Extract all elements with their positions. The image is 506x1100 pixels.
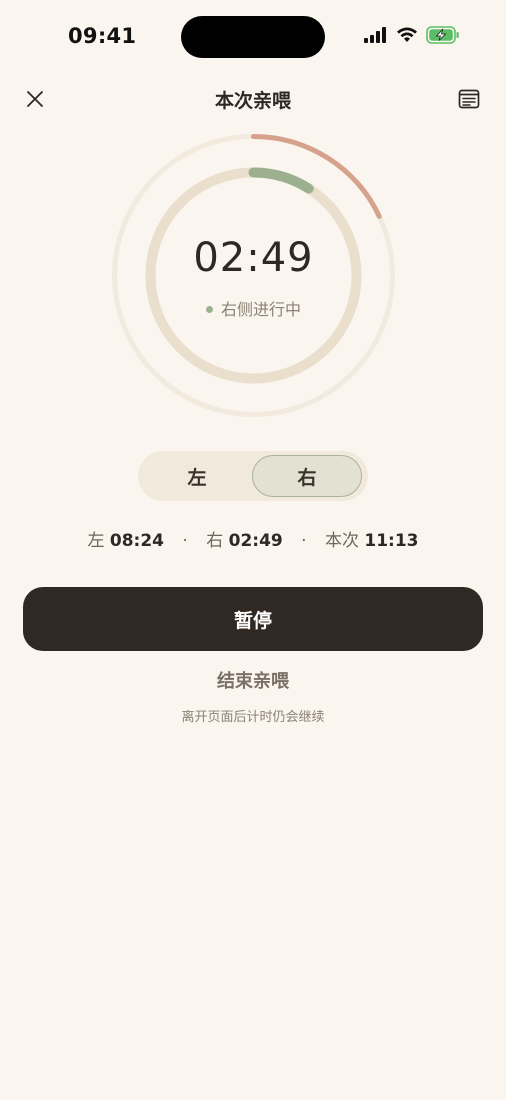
active-dot-icon <box>205 305 213 313</box>
end-feeding-button[interactable]: 结束亲喂 <box>217 671 289 692</box>
feeding-status: 右侧进行中 <box>111 296 396 320</box>
header: 本次亲喂 <box>0 74 506 122</box>
elapsed-time: 02:49 <box>193 235 314 281</box>
right-total-value: 02:49 <box>228 531 283 551</box>
status-icons <box>364 26 460 48</box>
session-total-value: 11:13 <box>364 531 419 551</box>
status-time: 09:41 <box>68 24 137 48</box>
left-total-label: 左 <box>87 531 105 551</box>
feeding-status-label: 右侧进行中 <box>220 300 301 319</box>
list-doc-icon <box>458 89 480 109</box>
wifi-icon <box>396 27 418 47</box>
separator: · <box>182 531 188 551</box>
left-total-value: 08:24 <box>109 531 165 551</box>
pause-button[interactable]: 暂停 <box>23 587 483 651</box>
side-right-button[interactable]: 右 <box>252 455 362 497</box>
session-total-label: 本次 <box>324 531 359 551</box>
right-total-label: 右 <box>206 531 224 551</box>
side-toggle: 左 右 <box>138 451 368 501</box>
signal-icon <box>364 27 388 47</box>
side-left-button[interactable]: 左 <box>142 455 252 497</box>
end-feeding-row: 结束亲喂 <box>0 667 506 693</box>
status-bar: 09:41 <box>0 0 506 74</box>
separator: · <box>301 531 307 551</box>
background-timer-hint: 离开页面后计时仍会继续 <box>181 710 325 725</box>
feeding-log-button[interactable] <box>454 84 484 114</box>
dynamic-island <box>181 16 325 58</box>
battery-charging-icon <box>426 26 460 48</box>
page-title: 本次亲喂 <box>214 90 291 112</box>
duration-summary: 左 08:24 · 右 02:49 · 本次 11:13 <box>0 526 506 551</box>
timer-rings: 02:49 右侧进行中 <box>111 133 396 418</box>
